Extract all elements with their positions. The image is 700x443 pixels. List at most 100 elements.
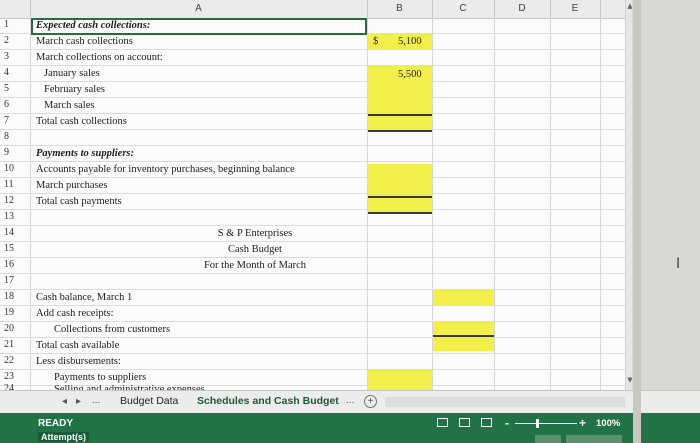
row-label: March cash collections — [36, 36, 133, 47]
table-row[interactable]: 22 Less disbursements: — [0, 354, 632, 370]
row-number: 3 — [4, 51, 9, 62]
table-row[interactable]: 7 Total cash collections — [0, 114, 632, 130]
row-number: 14 — [4, 227, 14, 238]
row-label: March collections on account: — [36, 52, 163, 63]
text-cursor-icon: I — [676, 256, 681, 272]
row-number: 7 — [4, 115, 9, 126]
selected-cell-a1[interactable] — [31, 18, 367, 35]
report-title: Cash Budget — [228, 244, 282, 255]
table-row[interactable]: 16 For the Month of March — [0, 258, 632, 274]
status-ready: READY — [38, 418, 74, 429]
column-header-a[interactable]: A — [30, 3, 367, 14]
table-row[interactable]: 21 Total cash available — [0, 338, 632, 354]
table-row[interactable]: 10 Accounts payable for inventory purcha… — [0, 162, 632, 178]
zoom-out-button[interactable]: - — [505, 416, 509, 430]
table-row[interactable]: 11 March purchases — [0, 178, 632, 194]
row-number: 15 — [4, 243, 14, 254]
table-row[interactable]: 13 — [0, 210, 632, 226]
row-number: 22 — [4, 355, 14, 366]
table-row[interactable]: 8 — [0, 130, 632, 146]
row-number: 24 — [4, 383, 14, 390]
status-bar: READY Attempt(s) - + 100% — [0, 413, 700, 443]
table-row[interactable]: 15 Cash Budget — [0, 242, 632, 258]
normal-view-icon[interactable] — [437, 418, 448, 427]
row-label: Less disbursements: — [36, 356, 121, 367]
row-number: 9 — [4, 147, 9, 158]
row-number: 12 — [4, 195, 14, 206]
table-row[interactable]: 6 March sales — [0, 98, 632, 114]
row-label: Collections from customers — [54, 324, 171, 335]
row-number: 18 — [4, 291, 14, 302]
row-label: Total cash payments — [36, 196, 122, 207]
row-number: 2 — [4, 35, 9, 46]
row-label: February sales — [44, 84, 105, 95]
row-number: 13 — [4, 211, 14, 222]
table-row[interactable]: 9 Payments to suppliers: — [0, 146, 632, 162]
more-sheets-button[interactable]: ... — [92, 395, 100, 406]
row-label: Add cash receipts: — [36, 308, 114, 319]
hint-button[interactable] — [535, 435, 561, 443]
spreadsheet-grid[interactable]: A B C D E 1 Expected cash collections: 2… — [0, 0, 632, 390]
company-name: S & P Enterprises — [217, 228, 293, 239]
scroll-down-icon[interactable]: ▼ — [626, 376, 632, 386]
row-number: 6 — [4, 99, 9, 110]
sheet-tab-bar: ◂ ▸ ... Budget Data Schedules and Cash B… — [0, 390, 700, 414]
row-number: 10 — [4, 163, 14, 174]
table-row[interactable]: 20 Collections from customers — [0, 322, 632, 338]
zoom-slider-handle[interactable] — [536, 419, 539, 428]
row-label: Cash balance, March 1 — [36, 292, 133, 303]
zoom-level: 100% — [596, 418, 621, 429]
page-break-icon[interactable] — [481, 418, 492, 427]
row-number: 16 — [4, 259, 14, 270]
row-number: 5 — [4, 83, 9, 94]
row-label: Accounts payable for inventory purchases… — [36, 164, 295, 175]
dollar-sign: $ — [373, 36, 379, 47]
attempts-button[interactable]: Attempt(s) — [38, 432, 89, 442]
row-label: January sales — [44, 68, 100, 79]
tab-schedules-cash-budget[interactable]: Schedules and Cash Budget — [197, 395, 339, 407]
more-tabs-button[interactable]: ... — [346, 395, 354, 406]
horizontal-scrollbar[interactable] — [385, 397, 625, 407]
column-header-b[interactable]: B — [367, 3, 432, 14]
table-row[interactable]: 17 — [0, 274, 632, 290]
row-number: 19 — [4, 307, 14, 318]
report-period: For the Month of March — [203, 260, 307, 271]
table-row[interactable]: 14 S & P Enterprises — [0, 226, 632, 242]
row-number: 17 — [4, 275, 14, 286]
row-label: Total cash collections — [36, 116, 127, 127]
zoom-in-button[interactable]: + — [579, 416, 586, 430]
table-row[interactable]: 4 January sales 5,500 — [0, 66, 632, 82]
show-me-button[interactable] — [566, 435, 622, 443]
table-row[interactable]: 12 Total cash payments — [0, 194, 632, 210]
add-sheet-button[interactable]: + — [364, 395, 377, 408]
row-label: March sales — [44, 100, 95, 111]
row-number: 11 — [4, 179, 14, 190]
column-header-bar: A B C D E — [0, 0, 632, 19]
table-row[interactable]: 5 February sales — [0, 82, 632, 98]
row-label: Total cash available — [36, 340, 120, 351]
column-header-d[interactable]: D — [494, 3, 550, 14]
vertical-scrollbar[interactable]: ▲ ▼ — [625, 0, 632, 390]
row-label: March purchases — [36, 180, 108, 191]
prev-sheet-icon[interactable]: ◂ — [62, 396, 67, 407]
row-number: 8 — [4, 131, 9, 142]
page-layout-icon[interactable] — [459, 418, 470, 427]
scroll-up-icon[interactable]: ▲ — [626, 2, 632, 12]
row-number: 4 — [4, 67, 9, 78]
table-row[interactable]: 19 Add cash receipts: — [0, 306, 632, 322]
cell-value[interactable]: 5,100 — [398, 34, 422, 50]
zoom-slider[interactable] — [515, 423, 577, 424]
cell-value[interactable]: 5,500 — [398, 67, 422, 83]
table-row[interactable]: 18 Cash balance, March 1 — [0, 290, 632, 306]
next-sheet-icon[interactable]: ▸ — [76, 396, 81, 407]
tab-budget-data[interactable]: Budget Data — [120, 395, 178, 407]
row-number: 20 — [4, 323, 14, 334]
table-row[interactable]: 2 March cash collections $ 5,100 — [0, 34, 632, 50]
table-row[interactable]: 24 Selling and administrative expenses — [0, 382, 632, 390]
column-header-e[interactable]: E — [550, 3, 600, 14]
row-number: 23 — [4, 371, 14, 382]
table-row[interactable]: 3 March collections on account: — [0, 50, 632, 66]
page-scrollbar[interactable] — [633, 0, 641, 443]
row-label: Payments to suppliers: — [36, 148, 135, 159]
column-header-c[interactable]: C — [432, 3, 494, 14]
